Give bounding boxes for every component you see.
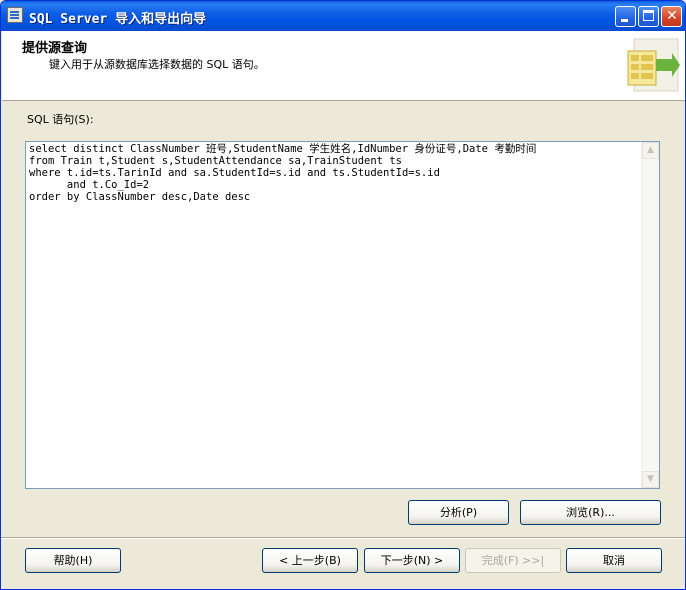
finish-button: 完成(F) >>| [465,548,561,573]
browse-button[interactable]: 浏览(R)... [520,500,661,525]
help-button[interactable]: 帮助(H) [25,548,121,573]
next-button[interactable]: 下一步(N) > [364,548,460,573]
back-button[interactable]: < 上一步(B) [262,548,358,573]
close-icon: ✕ [666,8,678,24]
close-button[interactable]: ✕ [661,6,682,27]
title-bar[interactable]: SQL Server 导入和导出向导 ✕ [1,1,685,31]
footer-divider [1,537,685,539]
minimize-icon [621,19,628,22]
minimize-button[interactable] [615,6,636,27]
page-title: 提供源查询 [22,41,88,56]
maximize-button[interactable] [638,6,659,27]
page-subtitle: 键入用于从源数据库选择数据的 SQL 语句。 [49,58,265,71]
maximize-icon [643,10,654,21]
cancel-button[interactable]: 取消 [566,548,662,573]
scroll-up-arrow-icon[interactable]: ▲ [642,142,659,159]
app-icon [7,7,23,23]
window-title: SQL Server 导入和导出向导 [29,12,207,27]
sql-statement-textarea[interactable]: select distinct ClassNumber 班号,StudentNa… [25,141,660,489]
vertical-scrollbar[interactable]: ▲ ▼ [641,142,659,488]
scroll-down-arrow-icon[interactable]: ▼ [642,471,659,488]
sql-statement-label: SQL 语句(S): [27,113,94,126]
wizard-table-graphic-icon [622,37,680,95]
wizard-window: SQL Server 导入和导出向导 ✕ 提供源查询 键入用于从源数据库选择数据… [0,0,686,590]
parse-button[interactable]: 分析(P) [408,500,509,525]
sql-statement-text[interactable]: select distinct ClassNumber 班号,StudentNa… [29,143,536,203]
wizard-header: 提供源查询 键入用于从源数据库选择数据的 SQL 语句。 [2,31,685,101]
